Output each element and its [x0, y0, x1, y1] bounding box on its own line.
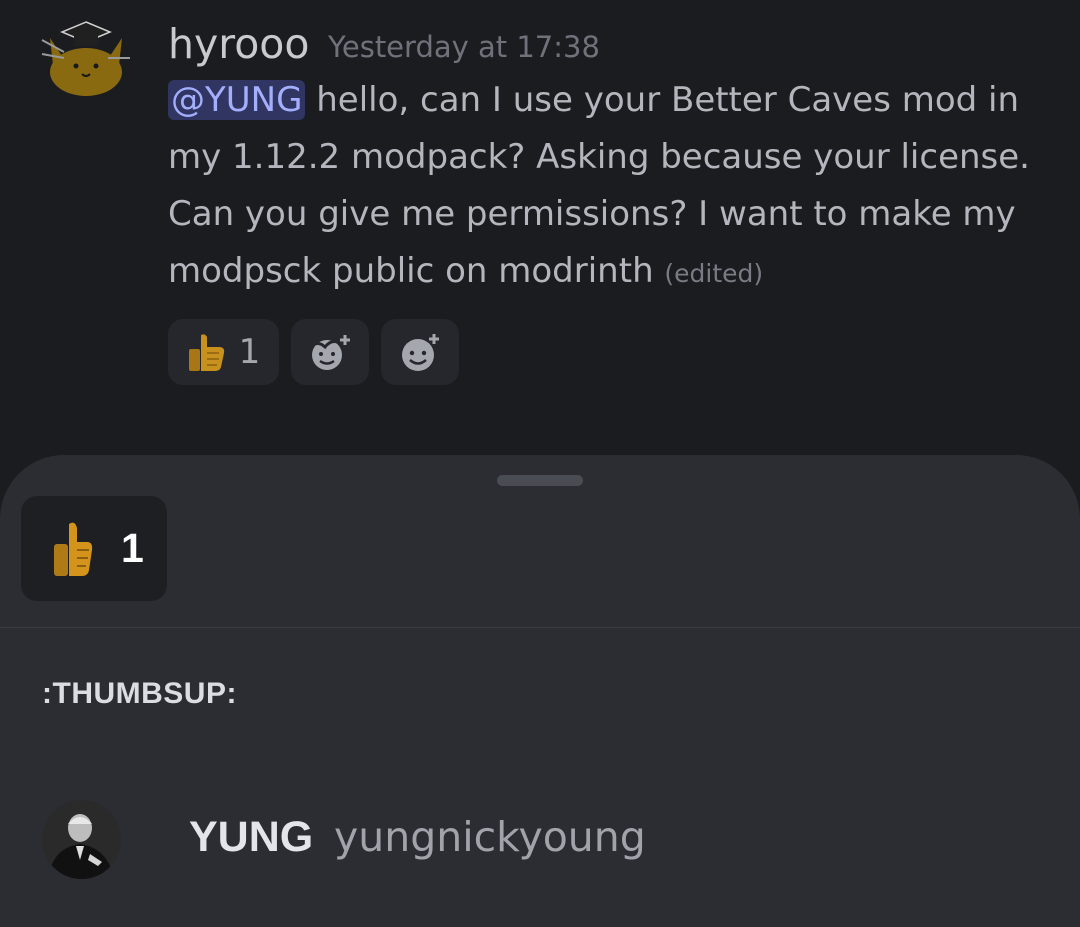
thumbs-up-icon — [188, 334, 224, 371]
reactor-list-item[interactable]: YUNG yungnickyoung — [0, 795, 1080, 885]
reactor-display-name: YUNG — [189, 813, 314, 861]
sheet-drag-handle[interactable] — [497, 475, 583, 486]
avatar-cat-graduation-icon[interactable] — [38, 14, 134, 106]
message-body: @YUNG hello, can I use your Better Caves… — [168, 72, 1048, 302]
emoji-name-label: :THUMBSUP: — [42, 677, 237, 710]
selected-reaction-count: 1 — [121, 525, 144, 571]
message-timestamp: Yesterday at 17:38 — [328, 30, 600, 64]
reactions-bottom-sheet: 1 :THUMBSUP: YUNG yungnickyoung — [0, 455, 1080, 927]
reactor-username: yungnickyoung — [334, 813, 646, 861]
message-username[interactable]: hyrooo — [168, 18, 309, 70]
reaction-bar: 1 — [168, 319, 459, 385]
reaction-thumbs-up[interactable]: 1 — [168, 319, 279, 385]
add-super-reaction-button[interactable] — [291, 319, 369, 385]
sheet-divider — [0, 627, 1080, 628]
chat-area: hyrooo Yesterday at 17:38 @YUNG hello, c… — [0, 0, 1080, 460]
edited-label: (edited) — [664, 259, 764, 288]
avatar-photo-icon — [42, 800, 121, 879]
reaction-count: 1 — [238, 332, 261, 372]
selected-reaction-tab[interactable]: 1 — [21, 496, 167, 601]
user-mention[interactable]: @YUNG — [168, 80, 306, 120]
add-reaction-button[interactable] — [381, 319, 459, 385]
thumbs-up-icon — [54, 522, 93, 576]
reactor-avatar[interactable] — [42, 800, 121, 879]
emoji-add-icon — [402, 334, 439, 371]
super-reaction-add-icon — [307, 335, 350, 370]
